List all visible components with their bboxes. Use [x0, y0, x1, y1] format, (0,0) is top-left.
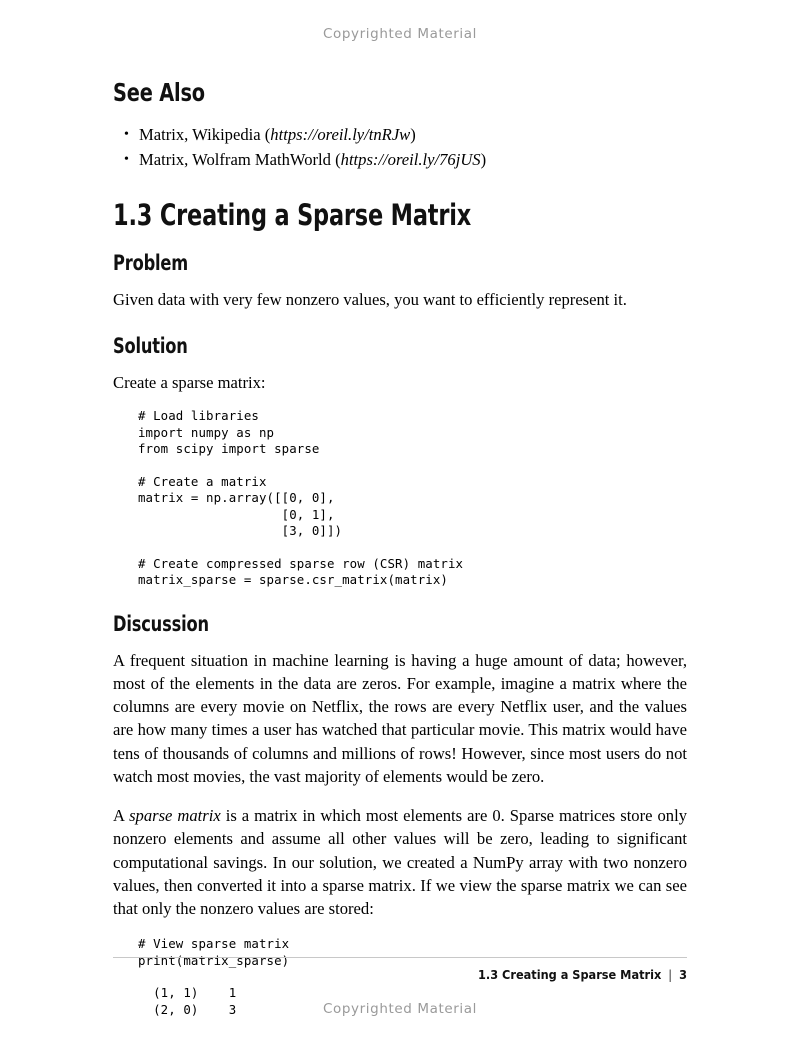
discussion-p2-part1: A [113, 806, 130, 826]
footer-divider [113, 957, 687, 958]
problem-heading: Problem [113, 251, 189, 275]
recipe-title: 1.3 Creating a Sparse Matrix [113, 198, 472, 232]
page-content: See Also Matrix, Wikipedia (https://orei… [113, 78, 687, 1018]
solution-heading: Solution [113, 334, 188, 359]
footer-running-head: 1.3 Creating a Sparse Matrix [478, 967, 662, 982]
see-also-item-0-prefix: Matrix, Wikipedia ( [139, 125, 271, 144]
see-also-item-0-suffix: ) [410, 125, 416, 144]
footer-page-number: 3 [679, 967, 687, 982]
watermark-bottom: Copyrighted Material [323, 1001, 477, 1017]
discussion-heading: Discussion [113, 611, 209, 636]
list-item: Matrix, Wolfram MathWorld (https://oreil… [124, 147, 687, 172]
see-also-heading: See Also [113, 78, 205, 107]
footer-separator: | [668, 967, 673, 982]
see-also-item-1-suffix: ) [480, 150, 487, 169]
discussion-paragraph-1: A frequent situation in machine learning… [113, 650, 687, 786]
watermark-top: Copyrighted Material [323, 26, 477, 42]
see-also-item-0-url[interactable]: https://oreil.ly/tnRJw [270, 125, 410, 144]
problem-text: Given data with very few nonzero values,… [113, 290, 627, 309]
list-item: Matrix, Wikipedia (https://oreil.ly/tnRJ… [124, 122, 687, 147]
page-footer: 1.3 Creating a Sparse Matrix | 3 [113, 967, 687, 982]
document-page: Copyrighted Material See Also Matrix, Wi… [0, 0, 800, 1049]
discussion-paragraph-2: A sparse matrix is a matrix in which mos… [113, 804, 687, 920]
see-also-item-1-prefix: Matrix, Wolfram MathWorld ( [139, 150, 341, 169]
discussion-p2-italic-term: sparse matrix [129, 806, 221, 826]
solution-code-block: # Load libraries import numpy as np from… [138, 408, 464, 588]
see-also-item-1-url[interactable]: https://oreil.ly/76jUS [341, 150, 481, 169]
see-also-list: Matrix, Wikipedia (https://oreil.ly/tnRJ… [113, 122, 687, 172]
solution-intro: Create a sparse matrix: [113, 373, 266, 393]
